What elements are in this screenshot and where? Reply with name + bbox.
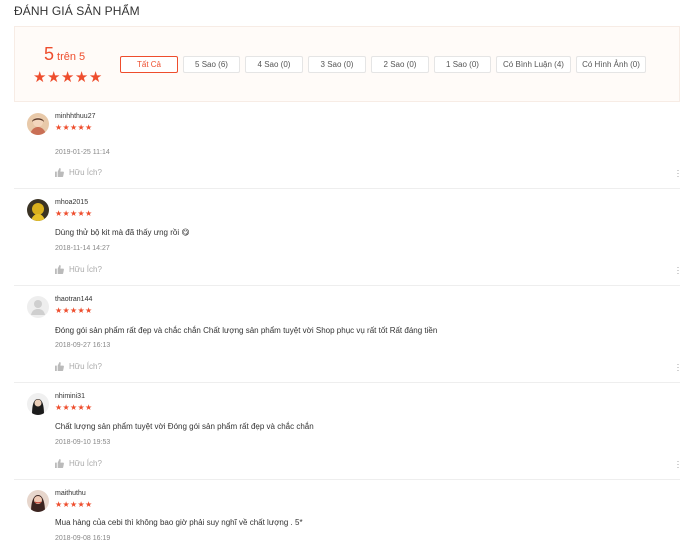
avatar[interactable]	[27, 296, 49, 318]
star-icon: ★	[74, 69, 89, 86]
more-options-icon[interactable]: · · ·	[676, 263, 680, 278]
avatar[interactable]	[27, 393, 49, 415]
star-icon: ★	[60, 69, 75, 86]
reviewer-username[interactable]: maithuthu	[55, 490, 86, 497]
helpful-button[interactable]: Hữu Ích?	[55, 265, 102, 274]
review-date: 2018-09-27 16:13	[55, 342, 111, 349]
helpful-button[interactable]: Hữu Ích?	[55, 459, 102, 468]
review-stars: ★★★★★	[55, 404, 92, 412]
review-item: mhoa2015 ★★★★★ Dùng thử bộ kit mà đã thấ…	[14, 189, 680, 286]
review-stars: ★★★★★	[55, 307, 92, 315]
star-icon: ★	[84, 209, 93, 218]
star-icon: ★	[77, 209, 85, 218]
review-item: nhimini31 ★★★★★ Chất lượng sản phẩm tuyệ…	[14, 383, 680, 480]
review-date: 2018-11-14 14:27	[55, 245, 110, 252]
reviewer-username[interactable]: nhimini31	[55, 393, 85, 400]
helpful-label: Hữu Ích?	[69, 362, 102, 371]
helpful-label: Hữu Ích?	[69, 459, 102, 468]
review-date: 2018-09-08 16:19	[55, 535, 111, 542]
overview-stars: ★★★★★	[33, 70, 103, 85]
filter-1-star[interactable]: 1 Sao (0)	[434, 56, 491, 73]
star-icon: ★	[77, 403, 85, 412]
review-item: thaotran144 ★★★★★ Đóng gói sản phẩm rất …	[14, 286, 680, 383]
star-icon: ★	[33, 69, 47, 86]
star-icon: ★	[88, 69, 103, 86]
filter-all[interactable]: Tất Cả	[120, 56, 178, 73]
reviewer-username[interactable]: mhoa2015	[55, 199, 88, 206]
average-score: 5 trên 5	[44, 45, 85, 64]
thumbs-up-icon	[55, 168, 64, 177]
section-title: ĐÁNH GIÁ SẢN PHẨM	[14, 4, 140, 18]
filter-4-star[interactable]: 4 Sao (0)	[245, 56, 303, 73]
review-stars: ★★★★★	[55, 210, 92, 218]
rating-overview: 5 trên 5 ★★★★★ Tất Cả 5 Sao (6) 4 Sao (0)…	[14, 26, 680, 102]
score-value: 5	[44, 44, 55, 64]
filter-with-image[interactable]: Có Hình Ảnh (0)	[576, 56, 646, 73]
review-stars: ★★★★★	[55, 124, 92, 132]
review-item: maithuthu ★★★★★ Mua hàng của cebi thì kh…	[14, 480, 680, 546]
more-options-icon[interactable]: · · ·	[676, 166, 680, 181]
star-icon: ★	[62, 123, 70, 132]
helpful-label: Hữu Ích?	[69, 168, 102, 177]
review-date: 2018-09-10 19:53	[55, 439, 111, 446]
review-comment: Chất lượng sản phẩm tuyệt vời Đóng gói s…	[55, 422, 314, 431]
star-icon: ★	[84, 500, 93, 509]
avatar[interactable]	[27, 113, 49, 135]
filter-2-star[interactable]: 2 Sao (0)	[371, 56, 429, 73]
filter-with-comment[interactable]: Có Bình Luận (4)	[496, 56, 571, 73]
star-icon: ★	[84, 123, 93, 132]
star-icon: ★	[46, 69, 61, 86]
reviewer-username[interactable]: thaotran144	[55, 296, 92, 303]
review-comment: Đóng gói sản phẩm rất đẹp và chắc chắn C…	[55, 326, 438, 335]
avatar[interactable]	[27, 199, 49, 221]
star-icon: ★	[77, 123, 85, 132]
star-icon: ★	[84, 306, 93, 315]
review-comment: Dùng thử bộ kit mà đã thấy ưng rồi 😋	[55, 228, 190, 237]
filter-3-star[interactable]: 3 Sao (0)	[308, 56, 366, 73]
thumbs-up-icon	[55, 362, 64, 371]
score-suffix: trên 5	[57, 51, 86, 63]
star-icon: ★	[62, 403, 70, 412]
review-comment: Mua hàng của cebi thì không bao giờ phải…	[55, 518, 303, 527]
thumbs-up-icon	[55, 459, 64, 468]
review-date: 2019-01-25 11:14	[55, 149, 110, 156]
star-icon: ★	[62, 500, 70, 509]
star-icon: ★	[77, 500, 85, 509]
helpful-button[interactable]: Hữu Ích?	[55, 168, 102, 177]
review-stars: ★★★★★	[55, 501, 92, 509]
helpful-label: Hữu Ích?	[69, 265, 102, 274]
helpful-button[interactable]: Hữu Ích?	[55, 362, 102, 371]
thumbs-up-icon	[55, 265, 64, 274]
filter-5-star[interactable]: 5 Sao (6)	[183, 56, 240, 73]
avatar[interactable]	[27, 490, 49, 512]
reviewer-username[interactable]: minhhthuu27	[55, 113, 95, 120]
more-options-icon[interactable]: · · ·	[676, 360, 680, 375]
more-options-icon[interactable]: · · ·	[676, 457, 680, 472]
star-icon: ★	[62, 209, 70, 218]
review-item: minhhthuu27 ★★★★★ 2019-01-25 11:14 Hữu Í…	[14, 103, 680, 189]
star-icon: ★	[77, 306, 85, 315]
star-icon: ★	[84, 403, 93, 412]
star-icon: ★	[62, 306, 70, 315]
